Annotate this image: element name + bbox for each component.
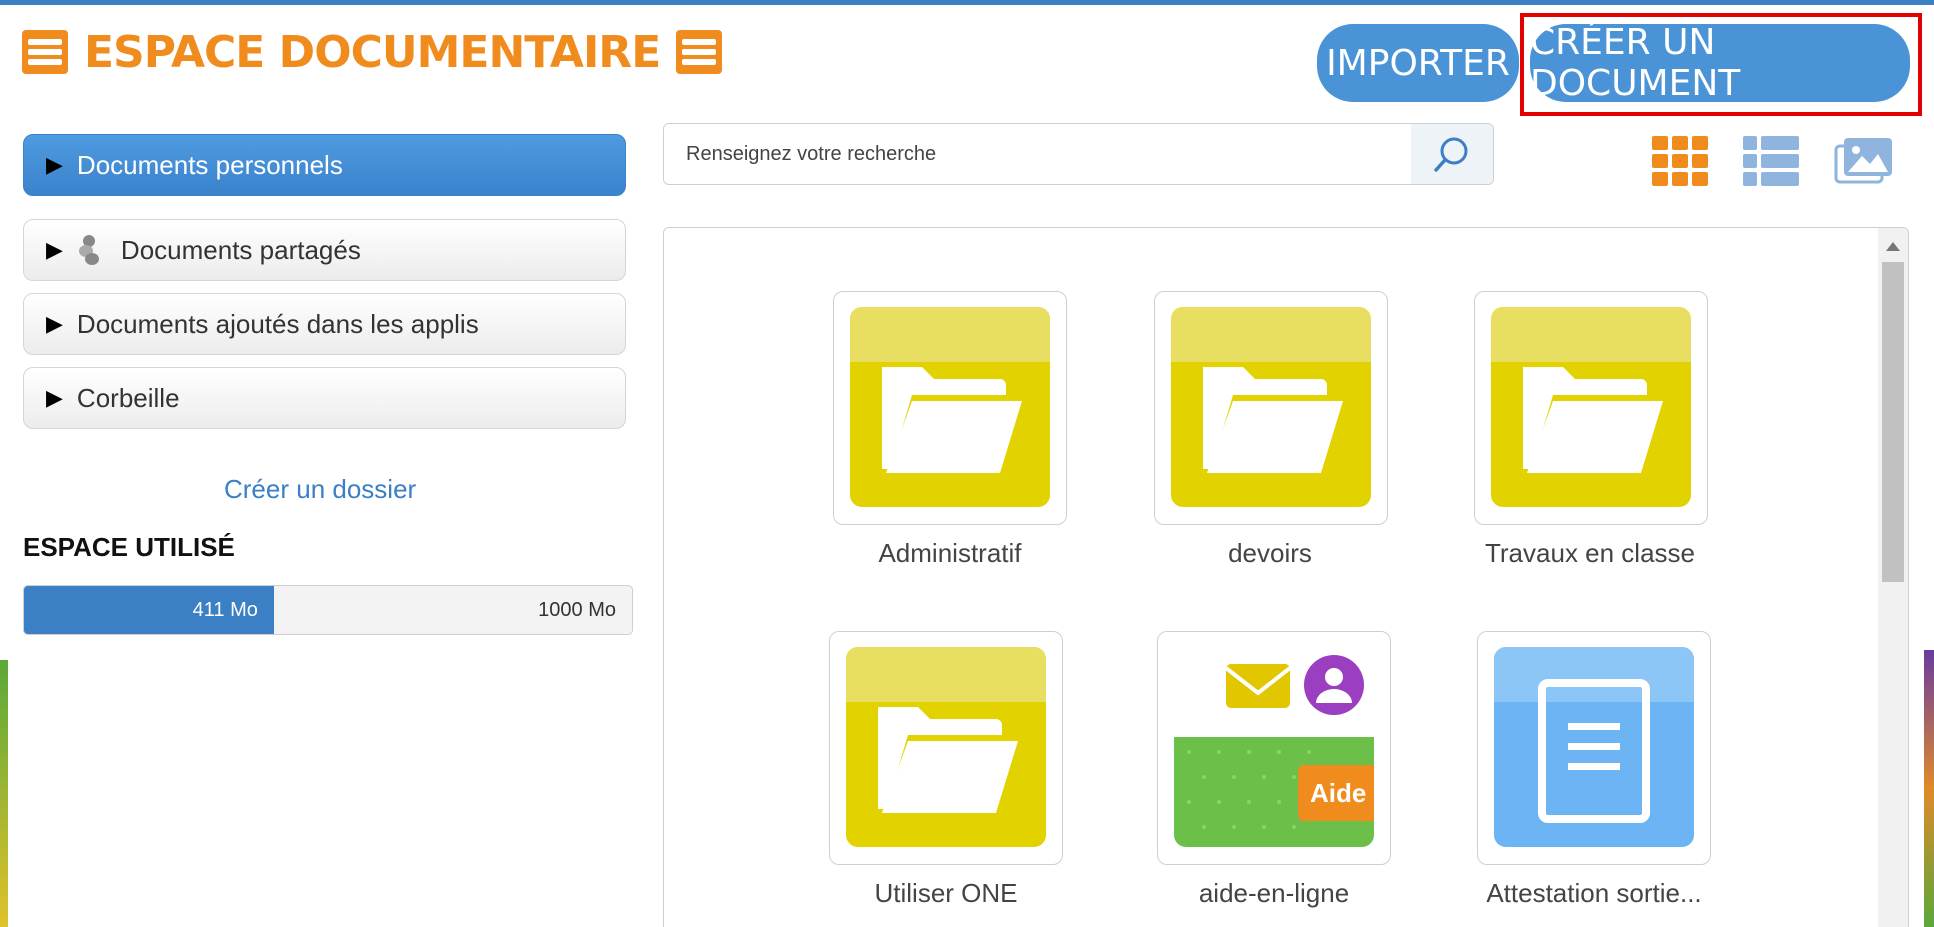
create-document-button[interactable]: CRÉER UN DOCUMENT bbox=[1530, 22, 1910, 104]
sidebar-item-label: Documents partagés bbox=[120, 234, 361, 265]
folder-icon bbox=[846, 647, 1046, 847]
cabinet-icon bbox=[676, 30, 723, 74]
sidebar-item-corbeille[interactable]: ▶ Corbeille bbox=[23, 367, 626, 429]
scroll-up-arrow-icon[interactable] bbox=[1886, 242, 1900, 251]
item-label: Attestation sortie... bbox=[1486, 878, 1702, 908]
scroll-thumb[interactable] bbox=[1882, 262, 1904, 582]
image-thumbnail: Aide bbox=[1174, 647, 1374, 847]
share-icon bbox=[77, 235, 101, 265]
folder-icon bbox=[850, 307, 1050, 507]
aide-badge: Aide bbox=[1298, 765, 1374, 821]
triangle-right-icon: ▶ bbox=[46, 152, 63, 177]
folder-icon bbox=[1491, 307, 1691, 507]
item-label: devoirs bbox=[1228, 538, 1312, 568]
page-title: ESPACE DOCUMENTAIRE bbox=[84, 26, 661, 78]
image-tile-aide-en-ligne[interactable]: Aide bbox=[1157, 631, 1391, 865]
search-input[interactable] bbox=[664, 124, 1409, 184]
vertical-scrollbar[interactable] bbox=[1878, 228, 1908, 927]
storage-quota-bar: 411 Mo 1000 Mo bbox=[23, 585, 633, 635]
folder-icon bbox=[1171, 307, 1371, 507]
triangle-right-icon: ▶ bbox=[46, 237, 63, 262]
gallery-view-icon[interactable] bbox=[1834, 136, 1892, 186]
decor-strip-left bbox=[0, 660, 8, 927]
search-button[interactable] bbox=[1411, 124, 1493, 184]
sidebar-item-label: Corbeille bbox=[76, 382, 180, 413]
document-tile-attestation-sortie[interactable] bbox=[1477, 631, 1711, 865]
storage-used-value: 411 Mo bbox=[192, 598, 258, 621]
decor-strip-right bbox=[1924, 650, 1934, 927]
page-header: ESPACE DOCUMENTAIRE bbox=[22, 22, 723, 82]
folder-tile-devoirs[interactable] bbox=[1154, 291, 1388, 525]
list-view-icon[interactable] bbox=[1743, 136, 1799, 186]
documents-panel: Administratif devoirs Travaux en classe … bbox=[663, 227, 1909, 927]
triangle-right-icon: ▶ bbox=[46, 311, 63, 336]
document-icon bbox=[1494, 647, 1694, 847]
item-label: Administratif bbox=[878, 538, 1022, 568]
item-label: aide-en-ligne bbox=[1198, 878, 1350, 908]
sidebar-item-label: Documents ajoutés dans les applis bbox=[76, 308, 479, 339]
folder-tile-utiliser-one[interactable] bbox=[829, 631, 1063, 865]
space-used-title: ESPACE UTILISÉ bbox=[23, 532, 235, 562]
item-label: Utiliser ONE bbox=[874, 878, 1018, 908]
triangle-right-icon: ▶ bbox=[46, 385, 63, 410]
sidebar-item-label: Documents personnels bbox=[76, 149, 343, 180]
search-box bbox=[663, 123, 1494, 185]
create-folder-link[interactable]: Créer un dossier bbox=[224, 474, 416, 505]
cabinet-icon bbox=[22, 30, 68, 74]
sidebar-item-documents-applis[interactable]: ▶ Documents ajoutés dans les applis bbox=[23, 293, 626, 355]
sidebar-item-documents-personnels[interactable]: ▶ Documents personnels bbox=[23, 134, 626, 196]
folder-tile-administratif[interactable] bbox=[833, 291, 1067, 525]
storage-used-fill: 411 Mo bbox=[24, 586, 274, 634]
import-button[interactable]: IMPORTER bbox=[1317, 24, 1519, 102]
top-border bbox=[0, 0, 1934, 5]
grid-view-icon[interactable] bbox=[1652, 136, 1708, 186]
storage-max-value: 1000 Mo bbox=[538, 598, 616, 621]
search-icon bbox=[1434, 137, 1468, 172]
sidebar-item-documents-partages[interactable]: ▶ Documents partagés bbox=[23, 219, 626, 281]
item-label: Travaux en classe bbox=[1484, 538, 1696, 568]
folder-tile-travaux-en-classe[interactable] bbox=[1474, 291, 1708, 525]
